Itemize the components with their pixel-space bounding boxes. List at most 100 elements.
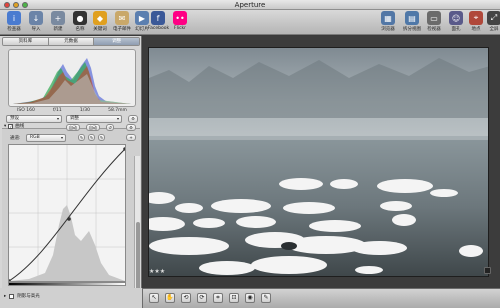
toolbar-button-label: 导入 [31,27,41,32]
toolbar-button-split-view[interactable]: ▤ 拆分视图 [402,11,422,32]
input-gradient-bar [8,282,126,286]
scrollbar-thumb[interactable] [136,222,140,292]
inspector-tabs: 资料库 元数据 调整 [2,37,140,46]
inspector-scrollbar[interactable] [134,156,140,306]
dark-rock [281,242,297,250]
shadows-highlights-checkbox[interactable] [9,293,15,299]
gear-icon[interactable]: ⚙ [126,124,136,131]
reset-icon[interactable]: ↺ [106,124,114,131]
tab-library[interactable]: 资料库 [3,38,49,45]
curve-point[interactable] [67,217,71,221]
split-view-icon: ▤ [405,11,419,25]
curves-title: 曲线 [15,124,25,129]
toolbar-button-new-folder[interactable]: + 新建 [48,11,68,32]
tab-adjustments[interactable]: 调整 [94,38,139,45]
flickr-icon: •• [173,11,187,25]
toolbar-button-envelope[interactable]: ✉ 电子邮件 [112,11,132,32]
toolbar-button-person-silhouette[interactable]: ● 名称 [70,11,90,32]
rating-stars[interactable]: ★★★ [149,268,165,275]
curve-graph-svg [7,145,127,283]
disclosure-triangle-icon[interactable]: ▸ [4,294,6,299]
person-silhouette-icon: ● [73,11,87,25]
tab-metadata[interactable]: 元数据 [48,38,95,45]
curve-histogram-shadow [9,205,125,281]
crop-tool-icon[interactable]: ⌗ [213,293,223,303]
straighten-tool-icon[interactable]: ⊡ [229,293,239,303]
toolbar-button-flickr[interactable]: •• Flickr [170,11,190,31]
auto-button[interactable]: 自动 [66,124,80,131]
toolbar-button-label: Flickr [173,26,187,31]
inspector-footer: ▸ 阴影与高光 [0,288,143,308]
white-point-eyedropper-icon[interactable]: ✎ [98,134,105,141]
gear-icon[interactable]: ⚙ [128,115,138,123]
photo-image [149,48,488,276]
info-overlay-button[interactable] [484,267,491,274]
toolbar-button-label: 面孔 [451,27,461,32]
histogram-luminance [13,74,131,104]
title-bar: Aperture [0,0,500,10]
preset-select[interactable]: 预设 [6,115,62,123]
toolbar-button-label: 名称 [75,27,85,32]
keyword-tag-icon: ◆ [93,11,107,25]
black-point-eyedropper-icon[interactable]: ✎ [78,134,85,141]
envelope-icon: ✉ [115,11,129,25]
import-arrow-icon: ↓ [29,11,43,25]
toolbar-button-places-pin[interactable]: ⌖ 地点 [466,11,486,32]
exif-shutter: 1/30 [79,108,90,113]
toolbar-button-label: 新建 [53,27,63,32]
toolbar: i 检查器 ↓ 导入 + 新建 ● 名称 ◆ 关键词 ✉ 电子邮件 ▶ 幻灯片 f Facebook •• Fli… [0,10,500,35]
exif-focal-length: 58.7mm [108,108,127,113]
toolbar-button-keyword-tag[interactable]: ◆ 关键词 [90,11,110,32]
toolbar-button-label: 地点 [471,27,481,32]
info-icon: i [7,11,21,25]
curves-header: ▾ ✓ 曲线 [4,123,24,129]
toolbar-button-fullscreen[interactable]: ⤢ 全屏 [484,11,500,32]
toolbar-button-label: 浏览器 [381,27,395,32]
curve-graph[interactable] [7,144,127,283]
selection-tool-icon[interactable]: ↖ [149,293,159,303]
retouch-brush-icon[interactable]: ✎ [261,293,271,303]
exif-iso: ISO 160 [17,108,35,113]
redeye-tool-icon[interactable]: ◉ [245,293,255,303]
image-viewer: ★★★ [143,36,500,288]
viewer-icon: ▭ [427,11,441,25]
toolbar-button-label: 电子邮件 [113,27,131,32]
shadows-highlights-header: ▸ 阴影与高光 [4,293,40,299]
toolbar-button-label: 拆分视图 [403,27,421,32]
window-title: Aperture [234,1,266,9]
new-folder-icon: + [51,11,65,25]
toolbar-button-label: 检视器 [427,27,441,32]
toolbar-button-import-arrow[interactable]: ↓ 导入 [26,11,46,32]
slideshow-icon: ▶ [135,11,149,25]
add-point-icon[interactable]: + [126,134,136,141]
toolbar-button-viewer[interactable]: ▭ 检视器 [424,11,444,32]
exif-aperture: f/11 [52,108,62,113]
histogram [8,49,136,107]
rotate-left-icon[interactable]: ⟲ [181,293,191,303]
far-shoreline [149,134,488,140]
facebook-icon: f [151,11,165,25]
rotate-right-icon[interactable]: ⟳ [197,293,207,303]
tool-strip: ↖ ✋ ⟲ ⟳ ⌗ ⊡ ◉ ✎ [143,288,500,308]
shadows-highlights-title: 阴影与高光 [17,294,40,299]
toolbar-button-label: Facebook [148,26,170,31]
auto-button-secondary[interactable]: 自动 [86,124,100,131]
channel-label: 通道: [10,136,21,141]
adjust-select[interactable]: 调整 [66,115,122,123]
toolbar-button-info[interactable]: i 检查器 [4,11,24,32]
channel-select[interactable]: RGB [26,134,66,142]
toolbar-button-label: 关键词 [93,27,107,32]
fullscreen-icon: ⤢ [487,11,500,25]
photo-winter-river[interactable] [148,47,489,277]
disclosure-triangle-icon[interactable]: ▾ [4,124,6,129]
toolbar-button-grid-browser[interactable]: ▦ 浏览器 [378,11,398,32]
toolbar-button-faces[interactable]: ☺ 面孔 [446,11,466,32]
inspector-panel: 资料库 元数据 调整 ISO 160 f/11 1/30 58.7mm 预设 调… [0,36,142,308]
histogram-graph [13,58,131,104]
exif-info: ISO 160 f/11 1/30 58.7mm [8,108,136,113]
lift-stamp-tool-icon[interactable]: ✋ [165,293,175,303]
toolbar-button-facebook[interactable]: f Facebook [148,11,170,31]
gray-point-eyedropper-icon[interactable]: ✎ [88,134,95,141]
grid-browser-icon: ▦ [381,11,395,25]
curves-enable-checkbox[interactable]: ✓ [8,123,14,129]
